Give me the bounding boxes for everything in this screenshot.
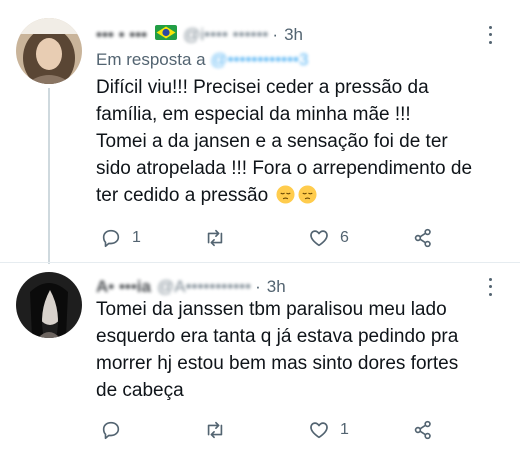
retweet-button[interactable] xyxy=(204,225,236,251)
text-line: de cabeça xyxy=(96,380,184,401)
text-line: Tomei da janssen tbm paralisou meu lado xyxy=(96,299,447,320)
tweet-text: Tomei da janssen tbm paralisou meu lado … xyxy=(96,296,500,404)
avatar[interactable] xyxy=(16,18,82,84)
user-handle[interactable]: @i•••• •••••• xyxy=(183,25,268,45)
tweet-header: ••• • ••• @i•••• •••••• · 3h xyxy=(96,22,303,48)
more-icon[interactable] xyxy=(482,24,498,46)
replying-to: Em resposta a @••••••••••••3 xyxy=(96,50,308,70)
retweet-icon xyxy=(207,421,223,439)
pensive-face-emoji xyxy=(276,185,295,204)
time-sep: · xyxy=(272,25,279,44)
display-name[interactable]: ••• • ••• xyxy=(96,25,147,45)
tweet-text: Difícil viu!!! Precisei ceder a pressão … xyxy=(96,74,500,209)
text-line: família, em especial da minha mãe !!! xyxy=(96,104,411,125)
like-button[interactable]: 1 xyxy=(308,417,349,443)
brazil-flag-icon xyxy=(155,25,178,45)
reply-prefix: Em resposta a xyxy=(96,50,211,69)
retweet-button[interactable] xyxy=(204,417,236,443)
pensive-face-emoji xyxy=(298,185,317,204)
reply-icon xyxy=(102,229,120,248)
tweet[interactable]: A• •••ia @A••••••••••• · 3h Tomei da jan… xyxy=(0,262,520,454)
share-button[interactable] xyxy=(412,417,434,443)
reply-button[interactable] xyxy=(100,417,132,443)
like-count: 1 xyxy=(340,421,349,438)
like-count: 6 xyxy=(340,229,349,246)
share-icon xyxy=(414,228,431,248)
reply-count: 1 xyxy=(132,229,141,246)
heart-icon xyxy=(310,422,328,439)
reply-button[interactable]: 1 xyxy=(100,225,141,251)
text-line: Tomei a da jansen e a sensação foi de te… xyxy=(96,131,448,152)
tweet[interactable]: ••• • ••• @i•••• •••••• · 3h Em resposta… xyxy=(0,0,520,264)
time-sep: · xyxy=(255,277,261,296)
timestamp[interactable]: 3h xyxy=(284,25,303,45)
text-line: Difícil viu!!! Precisei ceder a pressão … xyxy=(96,77,429,98)
heart-icon xyxy=(310,230,328,247)
display-name[interactable]: A• •••ia xyxy=(96,277,151,297)
timestamp[interactable]: 3h xyxy=(267,277,286,297)
more-icon[interactable] xyxy=(482,276,498,298)
like-button[interactable]: 6 xyxy=(308,225,349,251)
user-handle[interactable]: @A••••••••••• xyxy=(157,277,251,297)
text-line: morrer hj estou bem mas sinto dores fort… xyxy=(96,353,459,374)
share-button[interactable] xyxy=(412,225,434,251)
reply-icon xyxy=(102,421,120,440)
reply-mention[interactable]: @••••••••••••3 xyxy=(210,50,308,69)
text-line: sido atropelada !!! Fora o arrependiment… xyxy=(96,158,473,179)
text-line: ter cedido a pressão xyxy=(96,185,269,206)
text-line-last: ter cedido a pressão xyxy=(96,182,500,209)
share-icon xyxy=(414,420,431,440)
avatar[interactable] xyxy=(16,272,82,338)
retweet-icon xyxy=(207,229,223,247)
thread-line xyxy=(48,88,50,264)
text-line: esquerdo era tanta q já estava pedindo p… xyxy=(96,326,459,347)
